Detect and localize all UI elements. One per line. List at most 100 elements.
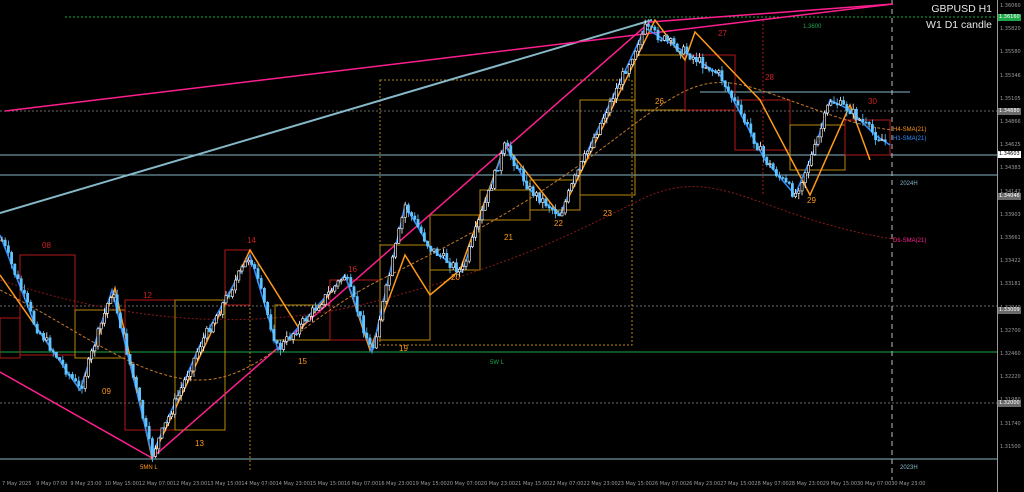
- candle-body: [794, 193, 798, 197]
- h4-sma-line: [0, 82, 893, 381]
- day-label-14: 14: [247, 236, 256, 245]
- h1-sma-label: H1-SMA(21): [893, 136, 927, 142]
- time-tick-label: 22 May 07:00: [549, 481, 584, 487]
- 2024-high-label: 2024H: [900, 181, 918, 187]
- day-label-20: 20: [451, 273, 460, 282]
- candle-body: [115, 294, 119, 314]
- candle-body: [64, 363, 68, 375]
- d1-sma-label: D1-SMA(21): [893, 238, 927, 244]
- candle-body: [845, 104, 849, 112]
- candle-body: [582, 153, 586, 162]
- price-marker-3: 1.34046: [998, 193, 1021, 200]
- candle-body: [506, 142, 510, 146]
- time-tick-label: 22 May 23:00: [583, 481, 618, 487]
- candle-body: [429, 245, 433, 252]
- candle-body: [157, 437, 161, 450]
- candle-body: [563, 201, 567, 214]
- price-tick-label: 1.35820: [1000, 26, 1021, 33]
- candle-body: [650, 26, 654, 28]
- chart-window[interactable]: 1.36060 1.35820 1.35580 1.35346 1.35105 1.348…: [0, 0, 1024, 492]
- price-tick-label: 1.33422: [1000, 258, 1021, 265]
- candle-body: [835, 103, 839, 106]
- candle-body: [874, 131, 878, 141]
- candle-body: [755, 143, 759, 151]
- time-tick-label: 23 May 15:00: [617, 481, 652, 487]
- candle-body: [96, 328, 100, 347]
- candle-body: [496, 170, 500, 172]
- candle-body: [125, 333, 129, 355]
- candle-body: [586, 150, 590, 155]
- candle-body: [467, 246, 471, 262]
- price-chart-canvas[interactable]: [0, 0, 997, 492]
- candle-body: [403, 204, 407, 218]
- price-tick-label: 1.35105: [1000, 95, 1021, 102]
- candle-body: [806, 165, 810, 174]
- candle-mode-label: W1 D1 candle: [926, 19, 992, 31]
- candle-body: [218, 314, 222, 317]
- candle-body: [618, 84, 622, 89]
- candle-body: [272, 329, 276, 342]
- candle-body: [333, 285, 337, 292]
- time-tick-label: 28 May 07:00: [754, 481, 789, 487]
- candle-body: [61, 359, 65, 365]
- candle-body: [38, 332, 42, 335]
- candle-body: [390, 256, 394, 277]
- price-tick-label: 1.35346: [1000, 72, 1021, 79]
- candle-body: [314, 307, 318, 311]
- candle-body: [842, 100, 846, 105]
- candle-body: [32, 310, 36, 325]
- time-tick-label: 29 May 15:00: [822, 481, 858, 487]
- candle-body: [707, 67, 711, 71]
- candle-body: [698, 57, 702, 63]
- candle-body: [499, 153, 503, 171]
- candle-body: [183, 379, 186, 388]
- candle-body: [822, 112, 826, 129]
- orange-zigzag: [0, 18, 871, 461]
- candle-body: [509, 145, 513, 157]
- candle-body: [832, 101, 836, 104]
- time-tick-label: 16 May 23:00: [378, 481, 413, 487]
- candle-body: [112, 294, 116, 299]
- candle-body: [266, 302, 270, 315]
- candle-body: [173, 398, 177, 415]
- candle-body: [691, 56, 695, 60]
- candle-body: [554, 208, 558, 215]
- candle-body: [611, 98, 615, 102]
- candle-body: [736, 100, 740, 106]
- price-marker-4: 1.33009: [998, 307, 1021, 314]
- candle-body: [800, 182, 804, 192]
- candle-body: [240, 266, 244, 272]
- day-label-13: 13: [195, 439, 204, 448]
- candle-body: [685, 46, 689, 55]
- candle-body: [394, 243, 398, 258]
- candle-body: [355, 296, 359, 312]
- candle-body: [454, 262, 458, 273]
- candle-body: [67, 374, 71, 376]
- candle-body: [189, 370, 193, 377]
- candle-body: [640, 33, 644, 46]
- candle-body: [186, 375, 190, 381]
- candle-body: [595, 134, 599, 138]
- candle-body: [662, 35, 666, 41]
- candle-body: [864, 121, 868, 124]
- pink-zigzag-trend: [0, 3, 894, 459]
- candle-body: [602, 117, 606, 124]
- candle-body: [259, 278, 263, 289]
- candle-body: [378, 319, 382, 338]
- candle-body: [598, 123, 602, 135]
- candle-body: [541, 198, 545, 203]
- candle-body: [490, 187, 494, 191]
- candle-body: [80, 385, 84, 389]
- candle-body: [445, 253, 449, 263]
- candle-body: [538, 192, 542, 203]
- candle-body: [170, 413, 174, 418]
- time-tick-label: 12 May 23:00: [173, 481, 208, 487]
- candle-body: [701, 57, 705, 69]
- candle-body: [614, 87, 618, 99]
- candle-body: [419, 226, 423, 234]
- day-label-29: 29: [807, 196, 816, 205]
- candle-body: [749, 123, 753, 134]
- candle-body: [131, 363, 135, 378]
- candle-body: [45, 337, 49, 341]
- candle-body: [637, 44, 641, 52]
